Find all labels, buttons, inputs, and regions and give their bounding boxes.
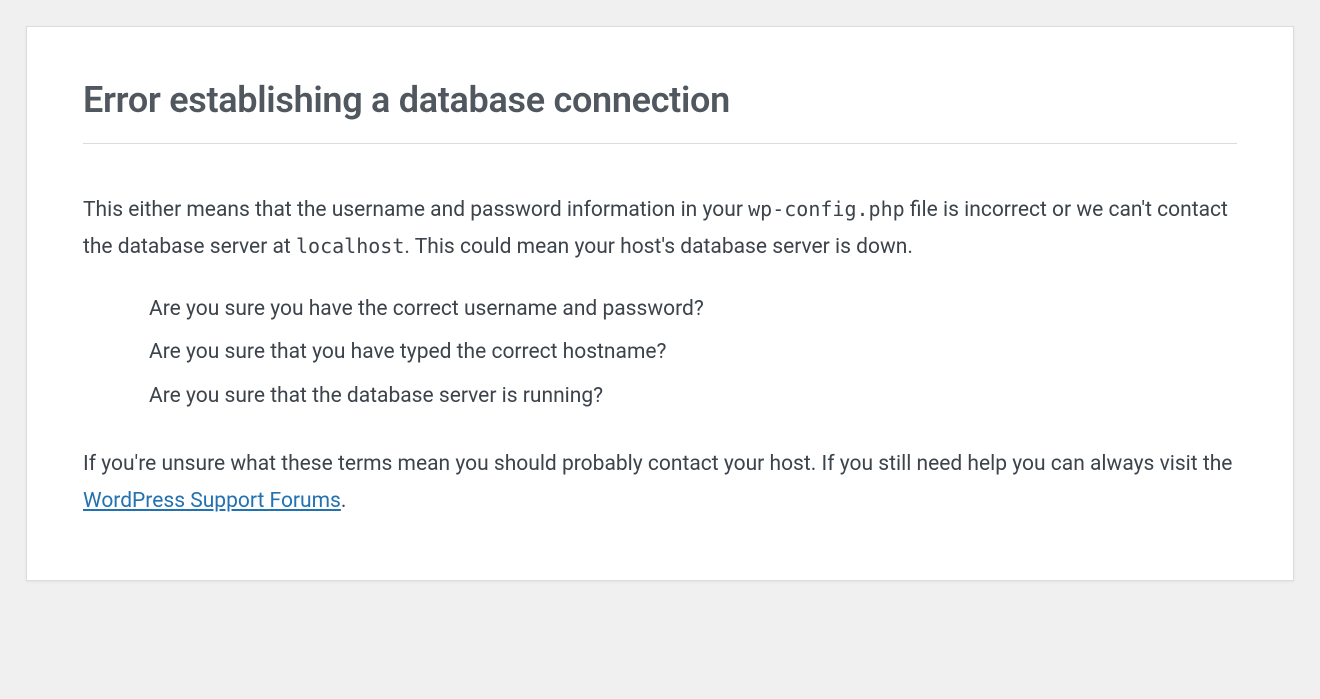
error-card: Error establishing a database connection… [26, 26, 1294, 581]
intro-text-3: . This could mean your host's database s… [404, 235, 913, 259]
db-host-code: localhost [296, 234, 404, 258]
error-intro-paragraph: This either means that the username and … [83, 192, 1237, 266]
support-forums-link[interactable]: WordPress Support Forums [83, 489, 341, 513]
footer-text-2: . [341, 489, 347, 513]
checklist-item: Are you sure you have the correct userna… [149, 294, 1237, 326]
config-file-code: wp-config.php [748, 197, 905, 221]
checklist-item: Are you sure that the database server is… [149, 381, 1237, 413]
error-footer-paragraph: If you're unsure what these terms mean y… [83, 446, 1237, 520]
checklist-item: Are you sure that you have typed the cor… [149, 337, 1237, 369]
error-heading: Error establishing a database connection [83, 79, 1237, 144]
error-checklist: Are you sure you have the correct userna… [149, 294, 1237, 413]
footer-text-1: If you're unsure what these terms mean y… [83, 452, 1232, 476]
intro-text-1: This either means that the username and … [83, 198, 748, 222]
